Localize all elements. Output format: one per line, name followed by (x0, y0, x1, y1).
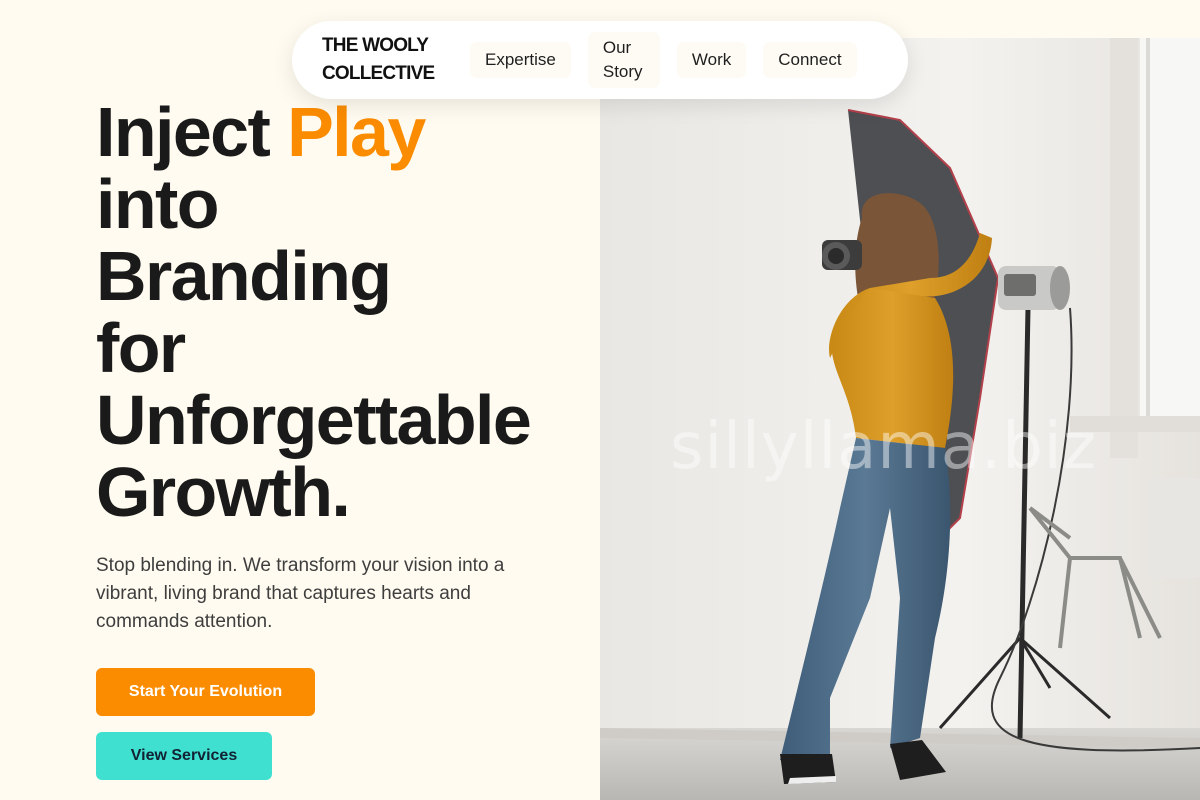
headline-accent-play: Play (287, 93, 426, 171)
hero-headline: Inject Play into Branding for Unforgetta… (96, 96, 532, 531)
nav-links: Expertise Our Story Work Connect (470, 32, 857, 88)
nav-link-expertise[interactable]: Expertise (470, 42, 571, 78)
headline-line-4: for (96, 309, 186, 387)
headline-line-6: Growth. (96, 453, 351, 531)
headline-line-3: Branding (96, 237, 392, 315)
nav-link-work[interactable]: Work (676, 42, 747, 78)
nav-link-connect[interactable]: Connect (763, 42, 857, 78)
headline-line-1: Inject Play (96, 96, 530, 168)
view-services-button[interactable]: View Services (96, 732, 272, 780)
nav-link-our-story[interactable]: Our Story (587, 32, 660, 88)
watermark-text: sillyllama.biz (670, 410, 1098, 484)
headline-line-2: into (96, 165, 219, 243)
hero-subtext: Stop blending in. We transform your visi… (96, 555, 505, 632)
hero-image: sillyllama.biz (600, 38, 1200, 800)
page: sillyllama.biz THE WOOLY COLLECTIVE Expe… (0, 0, 1200, 800)
headline-word-inject: Inject (96, 93, 271, 171)
brand-logo[interactable]: THE WOOLY COLLECTIVE (322, 32, 444, 88)
start-evolution-button[interactable]: Start Your Evolution (96, 668, 315, 716)
headline-line-5: Unforgettable (96, 381, 532, 459)
top-navigation: THE WOOLY COLLECTIVE Expertise Our Story… (292, 21, 908, 99)
